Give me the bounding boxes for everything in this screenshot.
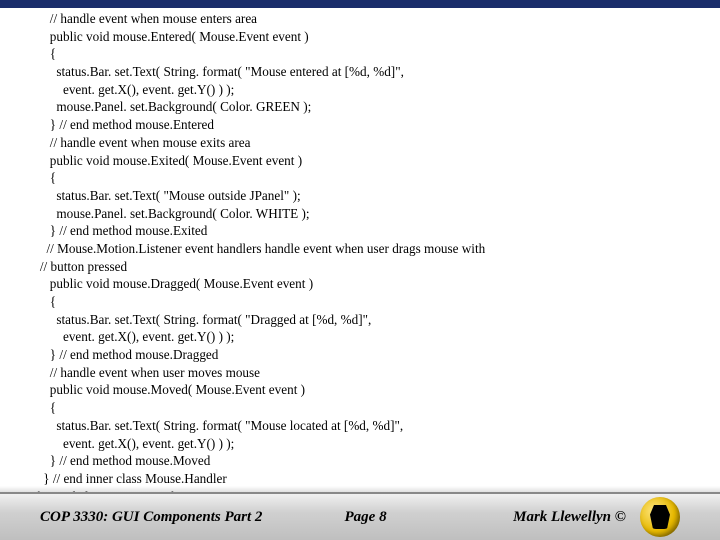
footer-course: COP 3330: GUI Components Part 2 [40,509,300,526]
footer-page: Page 8 [300,509,430,526]
slide: // handle event when mouse enters area p… [0,0,720,540]
ucf-logo-icon [640,497,680,537]
code-block: // handle event when mouse enters area p… [30,10,700,480]
footer-bar: COP 3330: GUI Components Part 2 Page 8 M… [0,492,720,540]
footer-author: Mark Llewellyn © [431,509,634,526]
top-accent-bar [0,0,720,8]
footer-content: COP 3330: GUI Components Part 2 Page 8 M… [0,497,720,537]
